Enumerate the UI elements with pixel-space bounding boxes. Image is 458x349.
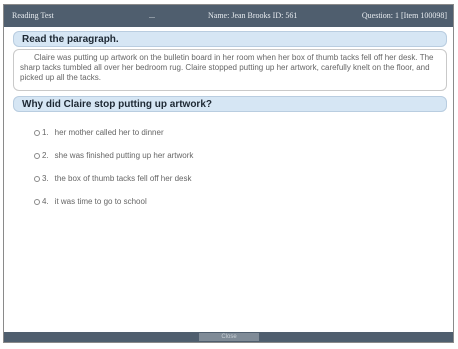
question-heading: Why did Claire stop putting up artwork?: [13, 96, 447, 112]
answer-options: 1. her mother called her to dinner 2. sh…: [34, 121, 193, 213]
option-text: her mother called her to dinner: [54, 128, 164, 137]
close-button[interactable]: Close: [199, 333, 259, 341]
answer-option-2[interactable]: 2. she was finished putting up her artwo…: [34, 144, 193, 167]
option-text: the box of thumb tacks fell off her desk: [54, 174, 192, 183]
footer-bar: Close: [4, 332, 453, 342]
passage-text: Claire was putting up artwork on the bul…: [13, 49, 447, 91]
header-bar: Reading Test ... Name: Jean Brooks ID: 5…: [4, 5, 453, 27]
option-text: she was finished putting up her artwork: [54, 151, 194, 160]
student-info: Name: Jean Brooks ID: 561: [208, 11, 298, 20]
option-number: 2.: [42, 151, 49, 160]
question-number: Question: 1 [Item 100098]: [361, 11, 447, 20]
answer-option-4[interactable]: 4. it was time to go to school: [34, 190, 193, 213]
option-number: 4.: [42, 197, 49, 206]
answer-option-3[interactable]: 3. the box of thumb tacks fell off her d…: [34, 167, 193, 190]
answer-option-1[interactable]: 1. her mother called her to dinner: [34, 121, 193, 144]
radio-button[interactable]: [34, 129, 40, 136]
header-ellipsis: ...: [149, 11, 155, 20]
option-text: it was time to go to school: [54, 197, 147, 206]
radio-button[interactable]: [34, 152, 40, 159]
app-window: Reading Test ... Name: Jean Brooks ID: 5…: [3, 4, 454, 343]
option-number: 1.: [42, 128, 49, 137]
radio-button[interactable]: [34, 175, 40, 182]
radio-button[interactable]: [34, 198, 40, 205]
test-title: Reading Test: [12, 11, 54, 20]
option-number: 3.: [42, 174, 49, 183]
instruction-heading: Read the paragraph.: [13, 31, 447, 47]
